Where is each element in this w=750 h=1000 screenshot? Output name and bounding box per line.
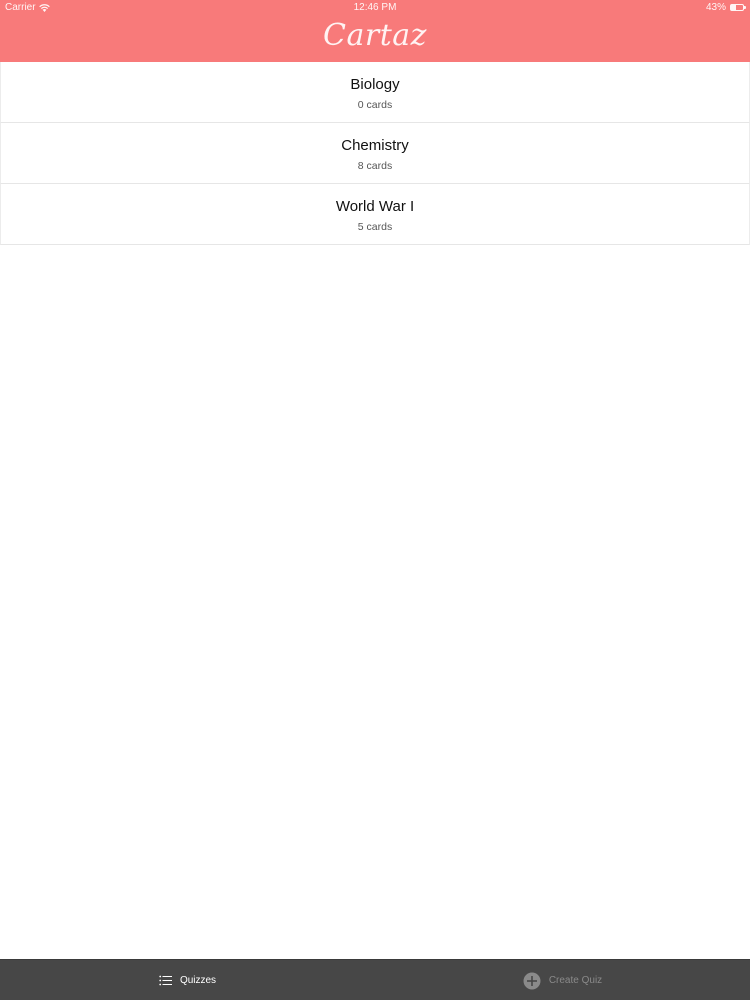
quiz-row-world-war-i[interactable]: World War I 5 cards [0, 184, 750, 245]
plus-circle-icon [523, 972, 541, 989]
quiz-card-count: 8 cards [357, 160, 393, 172]
status-bar: Carrier 12:46 PM 43% [0, 0, 750, 16]
tab-quizzes-label: Quizzes [179, 975, 217, 986]
quiz-name: World War I [335, 198, 415, 215]
quiz-card-count: 5 cards [357, 221, 393, 233]
quiz-name: Biology [350, 76, 400, 93]
tab-create-quiz-label: Create Quiz [548, 975, 603, 986]
app-screen: Carrier 12:46 PM 43% Cartaz Biology 0 ca… [0, 0, 750, 1000]
battery-percent: 43% [705, 2, 726, 13]
battery-icon [730, 4, 746, 11]
quiz-name: Chemistry [341, 137, 409, 154]
tab-quizzes[interactable]: Quizzes [0, 960, 375, 1000]
list-icon [159, 975, 172, 986]
quiz-row-chemistry[interactable]: Chemistry 8 cards [0, 123, 750, 184]
quiz-list: Biology 0 cards Chemistry 8 cards World … [0, 62, 750, 245]
nav-title: Cartaz [323, 18, 427, 53]
battery-fill [731, 5, 737, 10]
tab-bar: Quizzes Create Quiz [0, 959, 750, 1000]
header: Carrier 12:46 PM 43% Cartaz [0, 0, 750, 62]
status-time: 12:46 PM [353, 2, 397, 13]
tab-create-quiz[interactable]: Create Quiz [375, 960, 750, 1000]
quiz-row-biology[interactable]: Biology 0 cards [0, 62, 750, 123]
quiz-card-count: 0 cards [357, 99, 393, 111]
status-right: 43% [705, 2, 746, 13]
